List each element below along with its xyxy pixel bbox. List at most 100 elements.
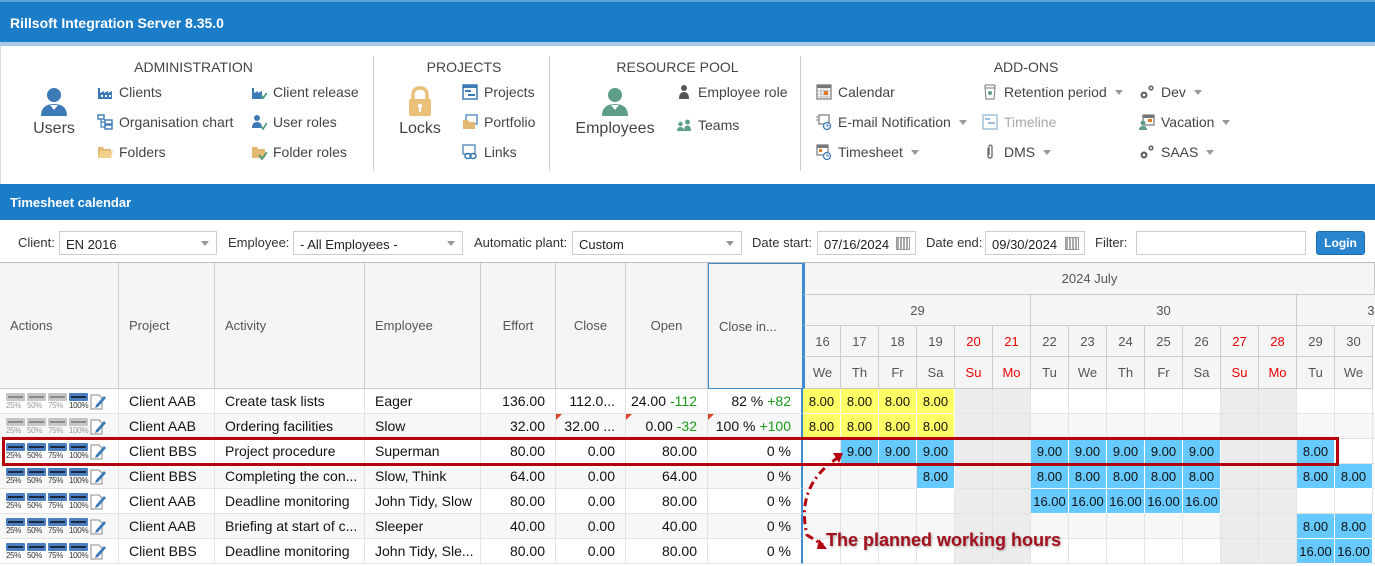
- empty-day-cell[interactable]: [1107, 414, 1145, 439]
- empty-day-cell[interactable]: [1335, 414, 1373, 439]
- planned-hours-cell[interactable]: 8.00: [879, 389, 917, 414]
- cell-open[interactable]: 0.00 -32: [626, 414, 708, 439]
- ribbon-item-vacation[interactable]: Vacation: [1139, 114, 1231, 130]
- empty-day-cell[interactable]: [993, 389, 1031, 414]
- ribbon-item-retention-period[interactable]: Retention period: [982, 84, 1123, 100]
- edit-icon[interactable]: [90, 518, 106, 535]
- planned-hours-cell[interactable]: 9.00: [879, 439, 917, 464]
- cell-close[interactable]: 0.00: [556, 539, 626, 564]
- planned-hours-cell[interactable]: 16.00: [1107, 489, 1145, 514]
- empty-day-cell[interactable]: [955, 464, 993, 489]
- empty-day-cell[interactable]: [917, 489, 955, 514]
- progress-25-button[interactable]: 25%: [6, 542, 25, 560]
- planned-hours-cell[interactable]: 8.00: [917, 414, 955, 439]
- empty-day-cell[interactable]: [955, 439, 993, 464]
- planned-hours-cell[interactable]: 16.00: [1031, 489, 1069, 514]
- cell-open[interactable]: 24.00 -112: [626, 389, 708, 414]
- edit-icon[interactable]: [90, 493, 106, 510]
- table-row[interactable]: 25% 50% 75% 100% Client BBS Completing the co…: [0, 464, 1375, 489]
- empty-day-cell[interactable]: [1107, 389, 1145, 414]
- progress-25-button[interactable]: 25%: [6, 417, 25, 435]
- planned-hours-cell[interactable]: 8.00: [1183, 464, 1221, 489]
- ribbon-item-calendar[interactable]: Calendar: [816, 84, 895, 100]
- empty-day-cell[interactable]: [1145, 514, 1183, 539]
- empty-day-cell[interactable]: [1221, 389, 1259, 414]
- empty-day-cell[interactable]: [1221, 414, 1259, 439]
- planned-hours-cell[interactable]: 16.00: [1183, 489, 1221, 514]
- progress-75-button[interactable]: 75%: [48, 517, 67, 535]
- cell-effort[interactable]: 32.00: [481, 414, 556, 439]
- cell-close[interactable]: 0.00: [556, 489, 626, 514]
- table-row[interactable]: 25% 50% 75% 100% Client AAB Deadline monitori…: [0, 489, 1375, 514]
- empty-day-cell[interactable]: [1221, 489, 1259, 514]
- empty-day-cell[interactable]: [1069, 514, 1107, 539]
- planned-hours-cell[interactable]: 9.00: [1031, 439, 1069, 464]
- edit-icon[interactable]: [90, 468, 106, 485]
- planned-hours-cell[interactable]: 8.00: [841, 389, 879, 414]
- empty-day-cell[interactable]: [1107, 539, 1145, 564]
- ribbon-item-organisation-chart[interactable]: Organisation chart: [97, 114, 233, 130]
- progress-25-button[interactable]: 25%: [6, 442, 25, 460]
- empty-day-cell[interactable]: [1259, 514, 1297, 539]
- table-row[interactable]: 25% 50% 75% 100% Client BBS Project procedure…: [0, 439, 1375, 464]
- progress-25-button[interactable]: 25%: [6, 467, 25, 485]
- cell-close[interactable]: 112.0...: [556, 389, 626, 414]
- empty-day-cell[interactable]: [1297, 389, 1335, 414]
- progress-50-button[interactable]: 50%: [27, 442, 46, 460]
- edit-icon[interactable]: [90, 543, 106, 560]
- ribbon-item-teams[interactable]: Teams: [676, 117, 739, 133]
- ribbon-item-folders[interactable]: Folders: [97, 144, 166, 160]
- progress-75-button[interactable]: 75%: [48, 492, 67, 510]
- progress-100-button[interactable]: 100%: [69, 467, 89, 485]
- planned-hours-cell[interactable]: 8.00: [1107, 464, 1145, 489]
- cell-close[interactable]: 0.00: [556, 464, 626, 489]
- cell-close-in[interactable]: 0 %: [708, 464, 803, 489]
- cell-close-in[interactable]: 0 %: [708, 439, 803, 464]
- empty-day-cell[interactable]: [1335, 439, 1373, 464]
- planned-hours-cell[interactable]: 8.00: [803, 389, 841, 414]
- planned-hours-cell[interactable]: 8.00: [1297, 439, 1335, 464]
- empty-day-cell[interactable]: [955, 389, 993, 414]
- cell-effort[interactable]: 80.00: [481, 489, 556, 514]
- client-select[interactable]: EN 2016: [59, 231, 217, 255]
- column-header-close[interactable]: Close: [556, 263, 626, 389]
- empty-day-cell[interactable]: [1259, 464, 1297, 489]
- planned-hours-cell[interactable]: 9.00: [1145, 439, 1183, 464]
- empty-day-cell[interactable]: [1221, 539, 1259, 564]
- progress-75-button[interactable]: 75%: [48, 392, 67, 410]
- empty-day-cell[interactable]: [1069, 539, 1107, 564]
- planned-hours-cell[interactable]: 16.00: [1335, 539, 1373, 564]
- table-row[interactable]: 25% 50% 75% 100% Client BBS Deadline monitori…: [0, 539, 1375, 564]
- empty-day-cell[interactable]: [1259, 489, 1297, 514]
- calendar-picker-icon[interactable]: [896, 237, 910, 250]
- locks-button[interactable]: Locks: [398, 86, 442, 138]
- empty-day-cell[interactable]: [1145, 539, 1183, 564]
- employees-button[interactable]: Employees: [572, 86, 658, 138]
- planned-hours-cell[interactable]: 8.00: [1031, 464, 1069, 489]
- ribbon-item-email-notification[interactable]: E-mail Notification: [816, 114, 967, 130]
- empty-day-cell[interactable]: [993, 439, 1031, 464]
- ribbon-item-projects[interactable]: Projects: [462, 84, 535, 100]
- calendar-picker-icon[interactable]: [1065, 237, 1079, 250]
- planned-hours-cell[interactable]: 9.00: [1069, 439, 1107, 464]
- column-header-project[interactable]: Project: [119, 263, 215, 389]
- login-button[interactable]: Login: [1316, 231, 1365, 255]
- progress-50-button[interactable]: 50%: [27, 542, 46, 560]
- ribbon-item-dms[interactable]: DMS: [982, 144, 1052, 160]
- progress-25-button[interactable]: 25%: [6, 392, 25, 410]
- planned-hours-cell[interactable]: 9.00: [1107, 439, 1145, 464]
- cell-open[interactable]: 80.00: [626, 439, 708, 464]
- cell-close[interactable]: 0.00: [556, 514, 626, 539]
- ribbon-item-saas[interactable]: SAAS: [1139, 144, 1215, 160]
- table-row[interactable]: 25% 50% 75% 100% Client AAB Briefing at start…: [0, 514, 1375, 539]
- progress-50-button[interactable]: 50%: [27, 417, 46, 435]
- table-row[interactable]: 25% 50% 75% 100% Client AAB Ordering faciliti…: [0, 414, 1375, 439]
- empty-day-cell[interactable]: [1031, 414, 1069, 439]
- progress-100-button[interactable]: 100%: [69, 492, 89, 510]
- cell-open[interactable]: 80.00: [626, 539, 708, 564]
- progress-75-button[interactable]: 75%: [48, 542, 67, 560]
- users-button[interactable]: Users: [29, 86, 79, 138]
- column-header-close-in[interactable]: Close in...: [708, 263, 803, 389]
- progress-75-button[interactable]: 75%: [48, 467, 67, 485]
- progress-50-button[interactable]: 50%: [27, 392, 46, 410]
